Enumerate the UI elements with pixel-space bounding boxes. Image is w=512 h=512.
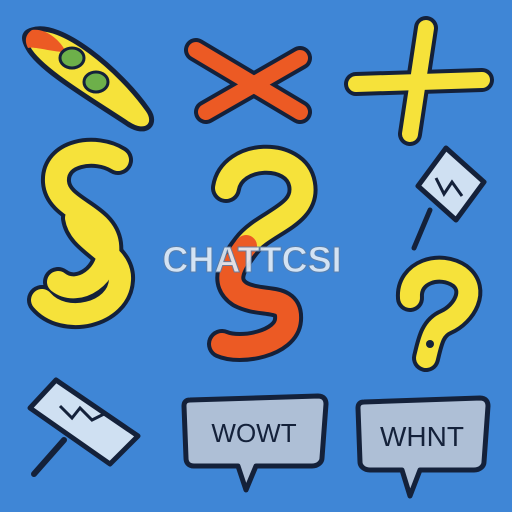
canvas: CHATTCSI WOWT WHNT	[0, 0, 512, 512]
center-label: CHATTCSI	[162, 239, 341, 280]
sign-board-icon	[27, 377, 141, 477]
illustration: CHATTCSI WOWT WHNT	[22, 16, 494, 499]
surfboard-icon	[22, 26, 155, 132]
plus-icon	[344, 16, 494, 146]
x-mark-icon	[184, 38, 312, 124]
section-sign-icon	[27, 137, 135, 329]
sign-board-icon	[411, 145, 487, 251]
question-mark-icon	[396, 255, 483, 372]
bubble-text-right: WHNT	[380, 421, 464, 452]
bubble-text-middle: WOWT	[211, 418, 296, 448]
